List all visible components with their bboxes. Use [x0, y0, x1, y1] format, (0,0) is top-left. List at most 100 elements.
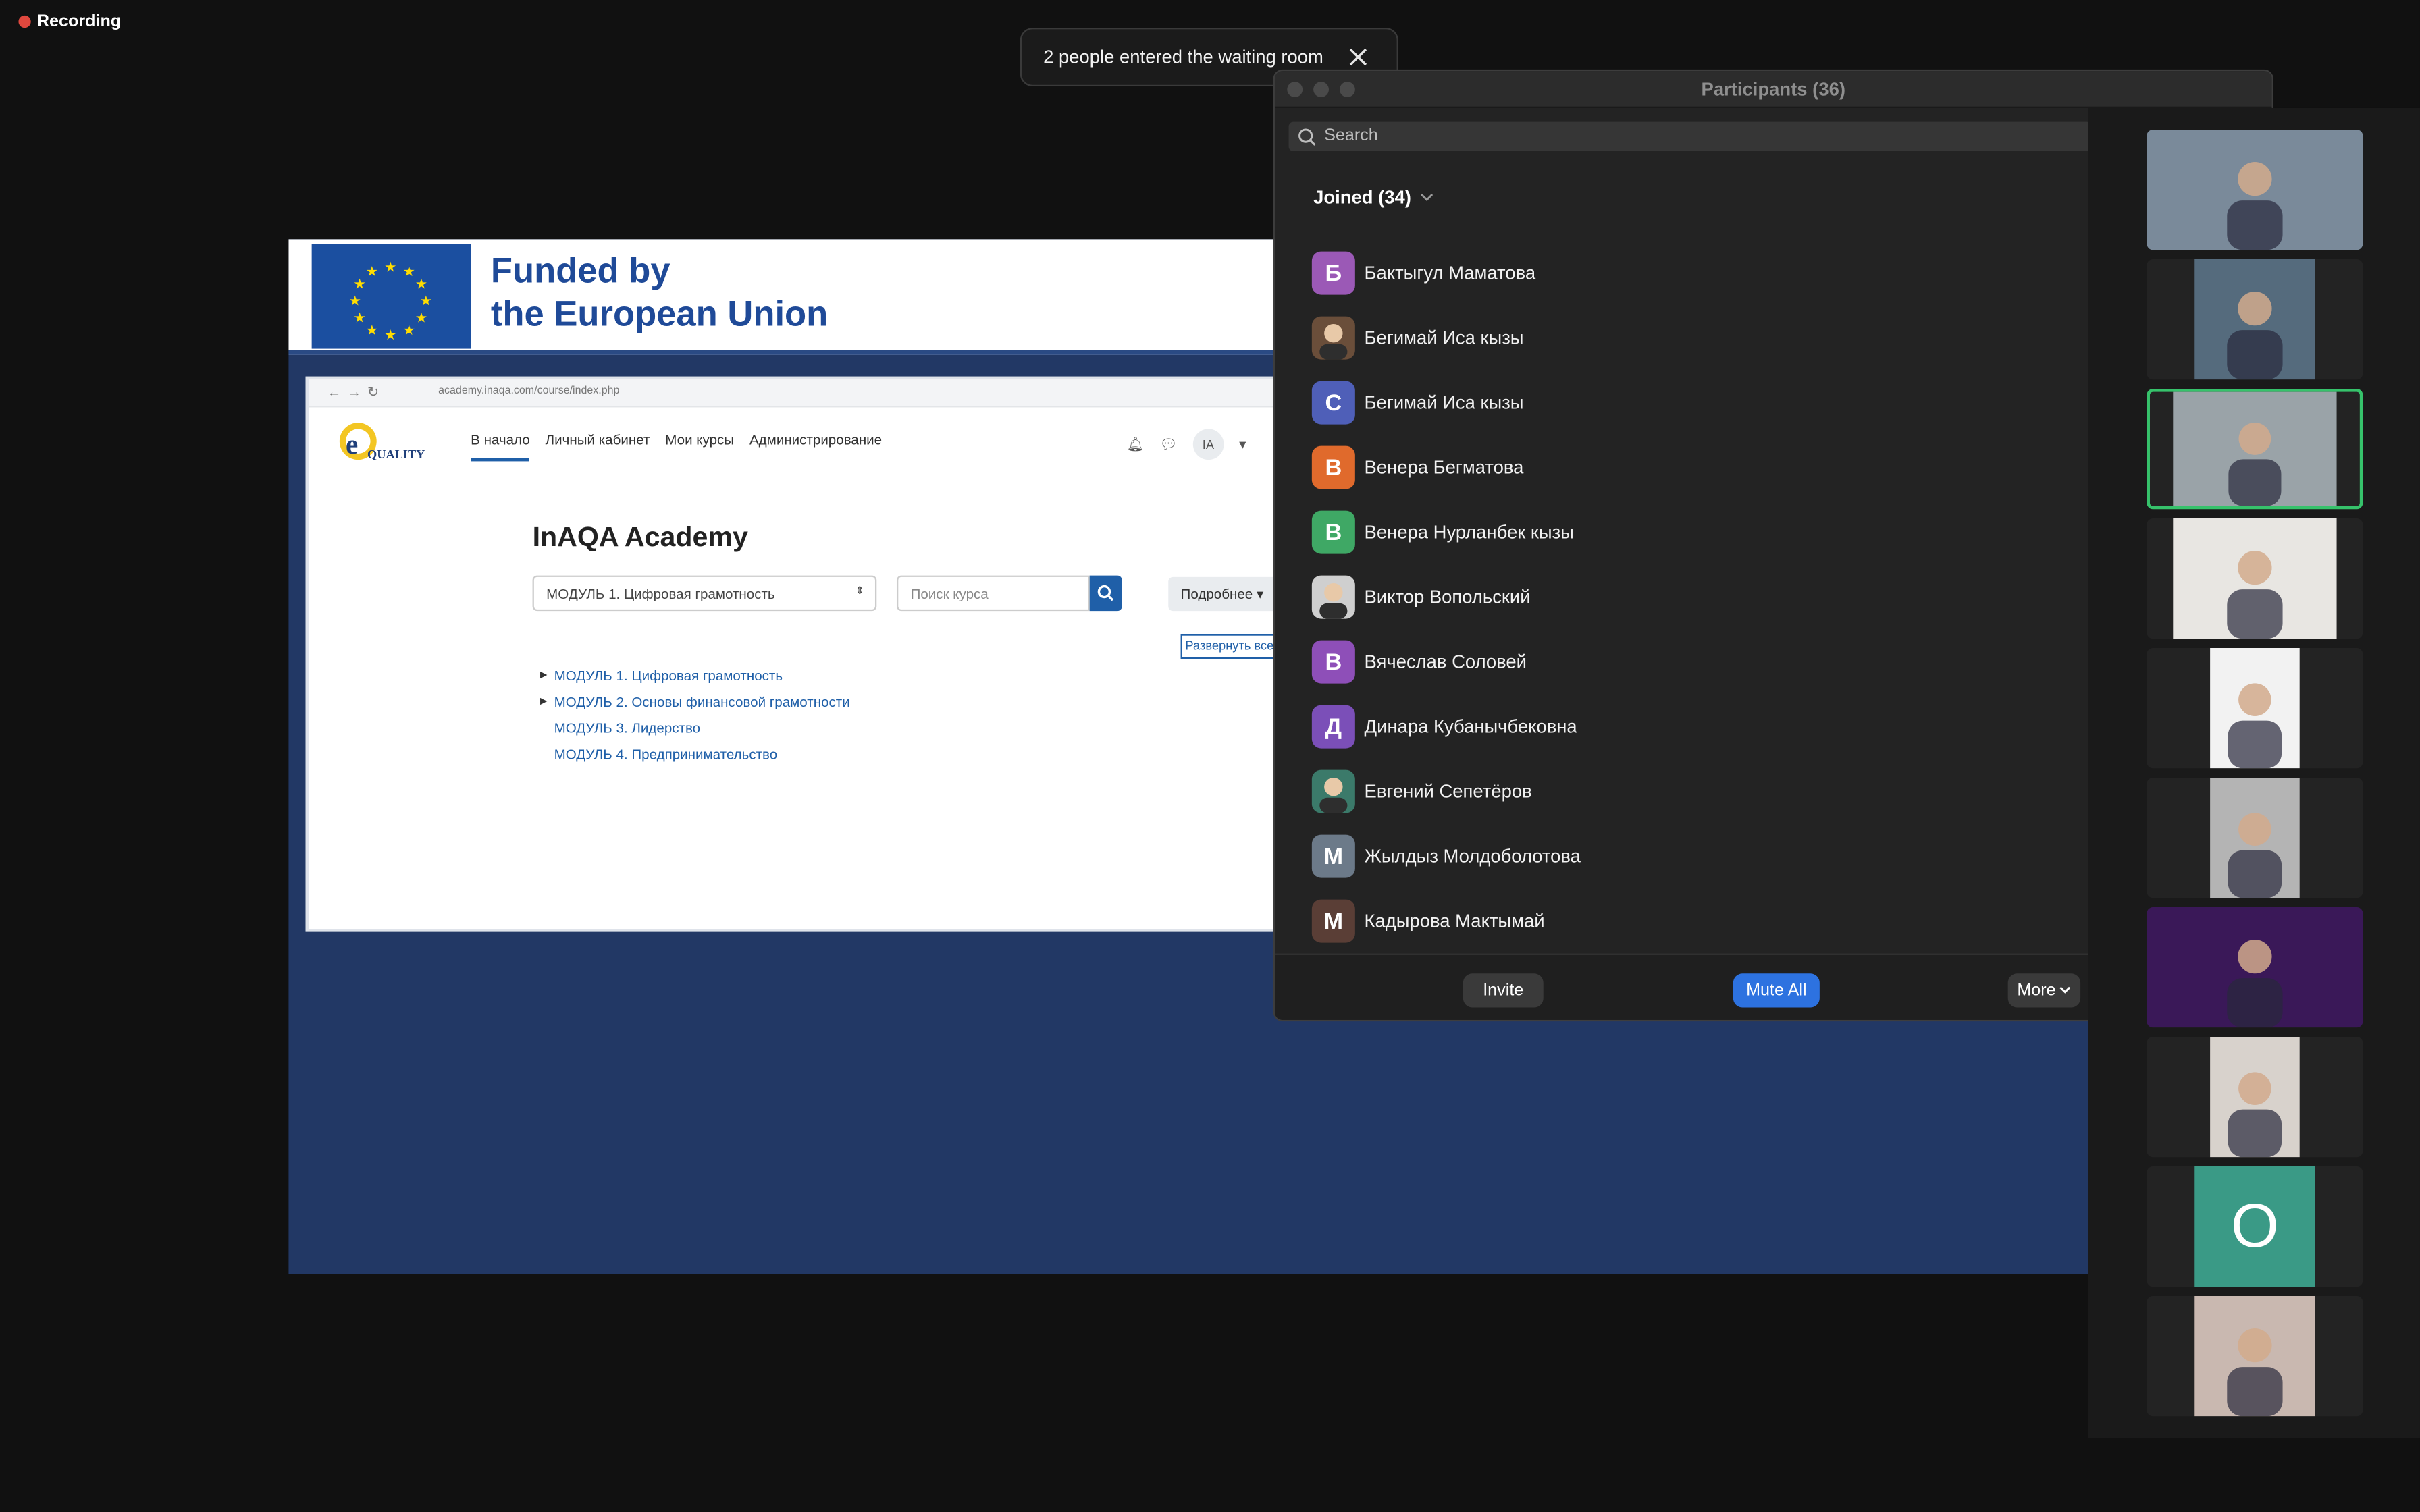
logo-text: QUALITY [367, 447, 425, 462]
recording-label: Recording [36, 12, 122, 31]
participant-name: Виктор Вопольский [1364, 586, 1531, 608]
page-title: InAQA Academy [532, 521, 748, 553]
module-list: МОДУЛЬ 1. Цифровая грамотность МОДУЛЬ 2.… [540, 664, 850, 768]
participant-row[interactable]: B Венера Бегматова [1311, 444, 2084, 491]
select-arrows-icon: ⇕ [855, 586, 864, 597]
svg-text:★: ★ [420, 293, 432, 309]
video-tile[interactable] [2147, 518, 2363, 639]
video-tile[interactable]: O [2147, 1166, 2363, 1287]
participant-name: Бактыгул Маматова [1364, 262, 1536, 284]
search-placeholder: Search [1324, 126, 1378, 145]
notification-text: 2 people entered the waiting room [1043, 46, 1323, 68]
participant-avatar: B [1311, 446, 1355, 489]
participant-name: Венера Бегматова [1364, 456, 1524, 479]
more-button-label: More [2017, 981, 2056, 1000]
participant-name: Евгений Сепетёров [1364, 780, 1532, 803]
zoom-meeting-window: Recording ★ ★ ★ ★ ★ ★ ★ ★ ★ ★ ★ ★ Funded by the … [0, 0, 2420, 1512]
participant-row[interactable]: Евгений Сепетёров [1311, 768, 2084, 815]
svg-text:★: ★ [366, 322, 378, 338]
site-nav: В начало Личный кабинет Мои курсы Админи… [471, 432, 882, 462]
participant-name: Динара Кубанычбековна [1364, 716, 1577, 738]
video-tile[interactable] [2147, 1295, 2363, 1417]
participant-row[interactable]: M Жылдыз Молдоболотова [1311, 833, 2084, 880]
participant-avatar: M [1311, 834, 1355, 878]
participant-avatar: B [1311, 640, 1355, 684]
video-tile[interactable] [2147, 259, 2363, 380]
participant-row[interactable]: Виктор Вопольский [1311, 574, 2084, 620]
module-link[interactable]: МОДУЛЬ 2. Основы финансовой грамотности [540, 690, 850, 716]
recording-dot-icon [18, 15, 31, 28]
more-button[interactable]: More [2007, 973, 2081, 1008]
participant-name: Вячеслав Соловей [1364, 651, 1527, 673]
category-select-value: МОДУЛЬ 1. Цифровая грамотность [546, 586, 775, 602]
chevron-down-icon [2059, 986, 2071, 994]
nav-home[interactable]: В начало [471, 432, 530, 462]
participant-photo-avatar [1311, 316, 1355, 360]
video-tile[interactable] [2147, 647, 2363, 769]
svg-text:e: e [346, 429, 358, 460]
chat-icon[interactable]: 💬︎ [1160, 436, 1178, 453]
participant-avatar: B [1311, 510, 1355, 554]
category-select[interactable]: МОДУЛЬ 1. Цифровая грамотность ⇕ [532, 575, 877, 612]
eu-banner-line1: Funded by [490, 250, 670, 290]
participant-search-input[interactable]: Search [1288, 122, 2092, 151]
expand-all-link[interactable]: Развернуть все [1180, 634, 1289, 659]
browser-url: academy.inaqa.com/course/index.php [438, 385, 620, 397]
eu-flag-icon: ★ ★★ ★★★ ★★★ ★★★ [311, 244, 471, 349]
course-search-input[interactable]: Поиск курса [896, 575, 1090, 612]
module-link[interactable]: МОДУЛЬ 1. Цифровая грамотность [540, 664, 850, 690]
mute-all-button[interactable]: Mute All [1733, 973, 1820, 1008]
invite-button[interactable]: Invite [1463, 973, 1544, 1008]
participant-row[interactable]: B Вячеслав Соловей [1311, 639, 2084, 685]
eu-banner-title: Funded by the European Union [491, 248, 828, 335]
svg-text:★: ★ [348, 293, 361, 309]
participant-row[interactable]: C Бегимай Иса кызы [1311, 379, 2084, 426]
more-details-label: Подробнее [1180, 586, 1253, 602]
nav-my-courses[interactable]: Мои курсы [665, 432, 734, 461]
participant-avatar: Д [1311, 705, 1355, 749]
chevron-down-icon [1421, 193, 1434, 202]
video-tile[interactable] [2147, 907, 2363, 1028]
bell-icon[interactable]: 🔔︎ [1127, 436, 1145, 453]
participant-row[interactable]: Б Бактыгул Маматова [1311, 250, 2084, 296]
video-tile[interactable] [2147, 388, 2363, 510]
svg-text:★: ★ [415, 275, 427, 292]
svg-text:★: ★ [353, 310, 365, 326]
participant-row[interactable]: M Кадырова Мактымай [1311, 898, 2084, 944]
course-search-button[interactable] [1089, 575, 1122, 612]
participant-photo-avatar [1311, 575, 1355, 619]
svg-text:★: ★ [402, 263, 415, 279]
video-feed [2210, 777, 2300, 898]
svg-text:★: ★ [353, 275, 365, 292]
nav-administration[interactable]: Администрирование [749, 432, 882, 461]
video-tile[interactable] [2147, 777, 2363, 898]
video-tile[interactable] [2147, 1036, 2363, 1158]
participant-avatar: M [1311, 899, 1355, 943]
video-feed [2210, 647, 2300, 769]
module-link[interactable]: МОДУЛЬ 3. Лидерство [540, 716, 850, 742]
svg-text:★: ★ [366, 263, 378, 279]
participant-row[interactable]: B Венера Нурланбек кызы [1311, 509, 2084, 556]
participant-name: Жылдыз Молдоболотова [1364, 845, 1581, 867]
recording-indicator: Recording [18, 12, 122, 31]
participant-avatar: Б [1311, 251, 1355, 295]
joined-section-toggle[interactable]: Joined (34) [1313, 187, 1434, 209]
user-avatar[interactable]: IA [1192, 429, 1224, 460]
browser-nav-arrows-icon: ←→↻ [327, 384, 386, 400]
chevron-down-icon[interactable]: ▾ [1239, 436, 1246, 453]
video-feed [2147, 129, 2363, 250]
search-icon [1097, 585, 1114, 601]
joined-label: Joined (34) [1313, 186, 1411, 209]
video-gallery-strip: O [2088, 107, 2420, 1438]
participant-name: Кадырова Мактымай [1364, 910, 1545, 932]
more-details-button[interactable]: Подробнее ▾ [1168, 576, 1280, 612]
participant-row[interactable]: Д Динара Кубанычбековна [1311, 703, 2084, 750]
module-link[interactable]: МОДУЛЬ 4. Предпринимательство [540, 742, 850, 768]
nav-dashboard[interactable]: Личный кабинет [546, 432, 650, 461]
video-tile[interactable] [2147, 129, 2363, 250]
close-icon[interactable] [1347, 47, 1369, 68]
participant-row[interactable]: Бегимай Иса кызы [1311, 315, 2084, 361]
panel-titlebar: Participants (36) [1274, 71, 2272, 108]
participant-photo-avatar [1311, 770, 1355, 813]
video-feed [2147, 907, 2363, 1028]
